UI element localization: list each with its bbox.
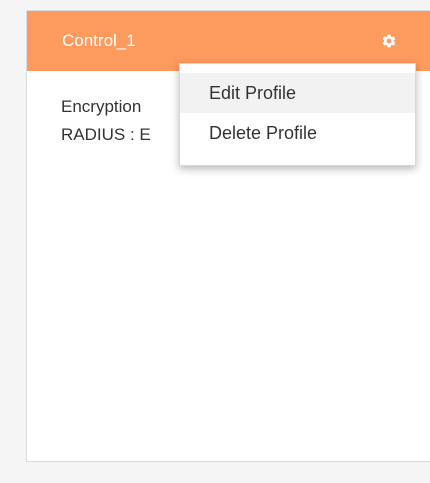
radius-line: RADIUS : E bbox=[61, 125, 151, 144]
encryption-line: Encryption bbox=[61, 97, 142, 116]
card-body: Encryption RADIUS : E bbox=[61, 93, 151, 149]
gear-icon[interactable] bbox=[381, 33, 397, 49]
edit-profile-menu-item[interactable]: Edit Profile bbox=[180, 73, 415, 113]
profile-dropdown-menu: Edit Profile Delete Profile bbox=[179, 63, 416, 166]
card-title: Control_1 bbox=[62, 31, 136, 50]
card-header: Control_1 bbox=[27, 11, 430, 71]
page: Control_1 Encryption RADIUS : E Edit Pro… bbox=[0, 0, 430, 483]
delete-profile-menu-item[interactable]: Delete Profile bbox=[180, 113, 415, 153]
